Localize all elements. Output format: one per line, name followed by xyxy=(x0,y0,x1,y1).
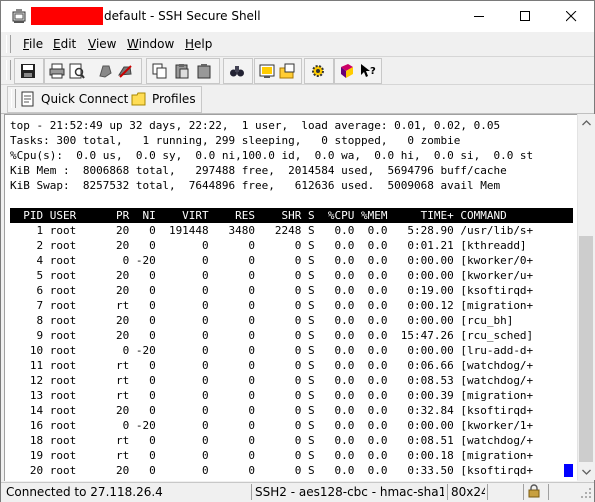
process-row: 19 root rt 0 0 0 0 S 0.0 0.0 0:00.18 [mi… xyxy=(10,449,534,462)
save-icon[interactable] xyxy=(20,63,36,79)
menu-file[interactable]: File xyxy=(23,37,43,51)
print-icon[interactable] xyxy=(49,63,65,79)
process-row: 10 root 0 -20 0 0 0 S 0.0 0.0 0:00.00 [l… xyxy=(10,344,534,357)
toolbar-group-print xyxy=(44,58,142,84)
scroll-down-button[interactable] xyxy=(578,463,595,480)
maximize-button[interactable] xyxy=(502,1,548,32)
top-cpu-line: %Cpu(s): 0.0 us, 0.0 sy, 0.0 ni,100.0 id… xyxy=(10,149,534,162)
minimize-button[interactable] xyxy=(456,1,502,32)
process-row: 4 root 0 -20 0 0 0 S 0.0 0.0 0:00.00 [kw… xyxy=(10,254,534,267)
top-mem-line: KiB Mem : 8006868 total, 297488 free, 20… xyxy=(10,164,507,177)
process-row: 20 root 20 0 0 0 0 S 0.0 0.0 0:33.50 [ks… xyxy=(10,464,534,477)
window-title: default - SSH Secure Shell xyxy=(104,9,261,23)
process-row: 2 root 20 0 0 0 0 S 0.0 0.0 0:01.21 [kth… xyxy=(10,239,527,252)
disconnect-icon[interactable] xyxy=(117,63,133,79)
process-row: 9 root 20 0 0 0 0 S 0.0 0.0 15:47.26 [rc… xyxy=(10,329,534,342)
process-row: 14 root 20 0 0 0 0 S 0.0 0.0 0:32.84 [ks… xyxy=(10,404,534,417)
menu-bar: File Edit View Window Help xyxy=(1,32,594,57)
close-button[interactable] xyxy=(548,1,594,32)
process-row: 12 root rt 0 0 0 0 S 0.0 0.0 0:08.53 [wa… xyxy=(10,374,534,387)
process-header-text: PID USER PR NI VIRT RES SHR S %CPU %MEM … xyxy=(10,209,507,222)
settings-icon[interactable] xyxy=(310,63,326,79)
toolbar-group-file xyxy=(14,58,44,84)
minimize-icon xyxy=(473,16,484,17)
scroll-up-icon xyxy=(582,119,591,125)
new-terminal-icon[interactable] xyxy=(259,63,275,79)
process-row: 1 root 20 0 191448 3480 2248 S 0.0 0.0 5… xyxy=(10,224,534,237)
terminal-size-status: 80x24 xyxy=(447,484,485,500)
paste-icon[interactable] xyxy=(174,63,190,79)
scroll-down-icon xyxy=(582,469,591,475)
quick-connect-icon[interactable] xyxy=(97,63,113,79)
lock-icon xyxy=(528,484,540,498)
maximize-icon xyxy=(519,11,530,21)
title-bar[interactable]: default - SSH Secure Shell xyxy=(1,1,594,32)
terminal-cursor xyxy=(564,464,573,477)
quick-connect-button[interactable]: Quick Connect xyxy=(20,89,128,109)
process-table-header: PID USER PR NI VIRT RES SHR S %CPU %MEM … xyxy=(10,208,573,223)
copy-icon[interactable] xyxy=(152,63,168,79)
scroll-up-button[interactable] xyxy=(578,114,595,131)
process-row: 13 root rt 0 0 0 0 S 0.0 0.0 0:00.39 [mi… xyxy=(10,389,534,402)
terminal-screen[interactable]: top - 21:52:49 up 32 days, 22:22, 1 user… xyxy=(4,114,577,481)
folder-icon xyxy=(131,92,146,106)
status-pane-empty-1 xyxy=(487,484,523,500)
toolbar-group-help: ? xyxy=(334,58,382,84)
menu-window[interactable]: Window xyxy=(127,37,174,51)
menu-edit[interactable]: Edit xyxy=(53,37,76,51)
process-row: 7 root rt 0 0 0 0 S 0.0 0.0 0:00.12 [mig… xyxy=(10,299,534,312)
paste-alt-icon[interactable] xyxy=(196,63,212,79)
status-pane-empty-2 xyxy=(548,484,578,500)
toolbar-group-settings xyxy=(304,58,334,84)
ssh-window: default - SSH Secure Shell File Edit Vie… xyxy=(0,0,595,502)
redacted-host-block xyxy=(31,7,103,25)
connection-toolbar-grip[interactable] xyxy=(11,89,16,108)
help-book-icon[interactable] xyxy=(339,63,355,79)
print-preview-icon[interactable] xyxy=(69,63,85,79)
cipher-status: SSH2 - aes128-cbc - hmac-sha1 - nc xyxy=(251,484,444,500)
top-swap-line: KiB Swap: 8257532 total, 7644896 free, 6… xyxy=(10,179,501,192)
toolbar-group-windows xyxy=(254,58,302,84)
process-row: 8 root 20 0 0 0 0 S 0.0 0.0 0:00.00 [rcu… xyxy=(10,314,514,327)
toolbar-grip[interactable] xyxy=(6,60,11,80)
scroll-thumb[interactable] xyxy=(579,236,593,462)
process-row: 5 root 20 0 0 0 0 S 0.0 0.0 0:00.00 [kwo… xyxy=(10,269,534,282)
quick-connect-doc-icon xyxy=(21,91,34,107)
top-uptime-line: top - 21:52:49 up 32 days, 22:22, 1 user… xyxy=(10,119,501,132)
find-icon[interactable] xyxy=(229,63,245,79)
menu-help[interactable]: Help xyxy=(185,37,212,51)
process-row: 11 root rt 0 0 0 0 S 0.0 0.0 0:06.66 [wa… xyxy=(10,359,534,372)
svg-text:?: ? xyxy=(370,66,376,77)
resize-grip-icon[interactable] xyxy=(580,487,592,499)
terminal-scrollbar[interactable] xyxy=(577,114,595,480)
connection-toolbar-group: Quick Connect Profiles xyxy=(7,86,202,113)
main-toolbar: ? xyxy=(1,57,594,85)
profiles-button[interactable]: Profiles xyxy=(131,89,196,109)
profiles-label: Profiles xyxy=(152,92,196,106)
process-row: 18 root rt 0 0 0 0 S 0.0 0.0 0:08.51 [wa… xyxy=(10,434,534,447)
toolbar-group-edit xyxy=(146,58,220,84)
quick-connect-label: Quick Connect xyxy=(41,92,129,106)
ssh-app-icon xyxy=(12,9,26,23)
connection-status: Connected to 27.118.26.4 xyxy=(6,485,163,499)
menu-view[interactable]: View xyxy=(88,37,116,51)
process-row: 16 root 0 -20 0 0 0 S 0.0 0.0 0:00.00 [k… xyxy=(10,419,534,432)
close-icon xyxy=(565,11,576,22)
file-transfer-icon[interactable] xyxy=(279,63,295,79)
top-tasks-line: Tasks: 300 total, 1 running, 299 sleepin… xyxy=(10,134,461,147)
menubar-grip[interactable] xyxy=(6,35,11,53)
connection-toolbar: Quick Connect Profiles xyxy=(1,85,594,114)
status-bar: Connected to 27.118.26.4 SSH2 - aes128-c… xyxy=(1,482,594,502)
whats-this-icon[interactable]: ? xyxy=(360,63,376,79)
toolbar-group-find xyxy=(223,58,253,84)
process-row: 6 root 20 0 0 0 0 S 0.0 0.0 0:19.00 [kso… xyxy=(10,284,534,297)
status-pane-lock xyxy=(523,484,547,500)
